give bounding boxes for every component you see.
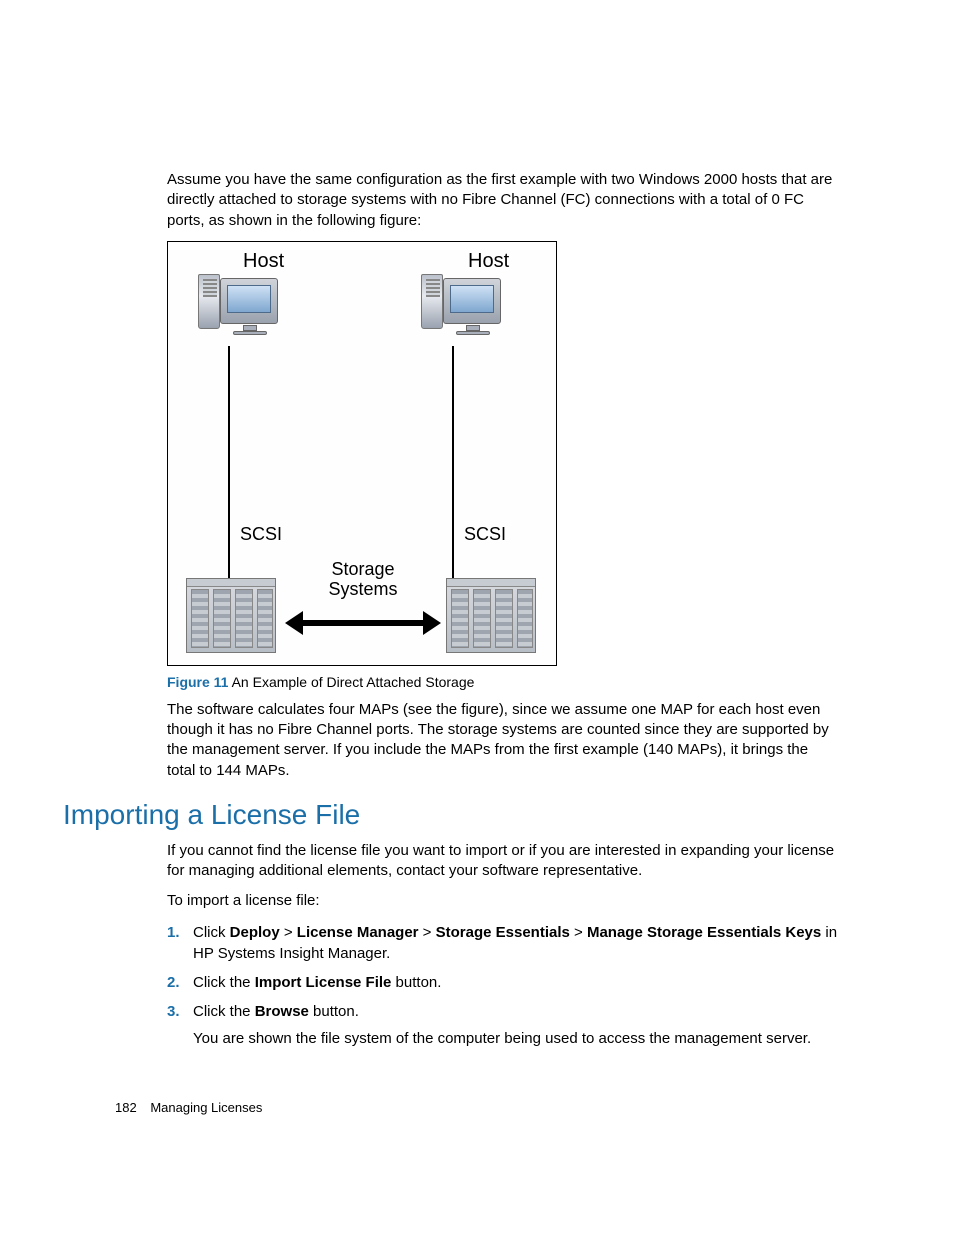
scsi-label-left: SCSI	[240, 524, 282, 545]
storage-systems-label: Storage Systems	[318, 560, 408, 600]
host-computer-left	[183, 272, 303, 347]
page-number: 182	[115, 1100, 137, 1115]
to-import-label: To import a license file:	[167, 891, 839, 911]
page-footer: 182 Managing Licenses	[115, 1100, 262, 1115]
steps-list: 1. Click Deploy > License Manager > Stor…	[167, 922, 839, 1049]
diagram-direct-attached-storage: Host Host SCSI SCSI Storage Systems	[167, 241, 557, 666]
step-number: 3.	[167, 1001, 180, 1022]
storage-system-right	[446, 578, 536, 653]
host-computer-right	[406, 272, 526, 347]
step-2: 2. Click the Import License File button.	[167, 972, 839, 993]
figure-number: Figure 11	[167, 674, 228, 690]
calculation-paragraph: The software calculates four MAPs (see t…	[167, 700, 839, 781]
step-3: 3. Click the Browse button. You are show…	[167, 1001, 839, 1049]
double-arrow-icon	[303, 620, 423, 626]
connection-line-right	[452, 346, 454, 578]
host-label-left: Host	[243, 250, 284, 273]
license-intro-paragraph: If you cannot find the license file you …	[167, 841, 839, 882]
figure-caption-text: An Example of Direct Attached Storage	[232, 674, 475, 690]
intro-paragraph: Assume you have the same configuration a…	[167, 170, 839, 231]
connection-line-left	[228, 346, 230, 578]
host-label-right: Host	[468, 250, 509, 273]
scsi-label-right: SCSI	[464, 524, 506, 545]
step-number: 1.	[167, 922, 180, 943]
step-3-note: You are shown the file system of the com…	[193, 1028, 839, 1049]
step-number: 2.	[167, 972, 180, 993]
footer-title: Managing Licenses	[150, 1100, 262, 1115]
storage-system-left	[186, 578, 276, 653]
step-1: 1. Click Deploy > License Manager > Stor…	[167, 922, 839, 964]
figure-caption: Figure 11 An Example of Direct Attached …	[167, 674, 839, 690]
section-heading-importing-license: Importing a License File	[63, 799, 839, 831]
